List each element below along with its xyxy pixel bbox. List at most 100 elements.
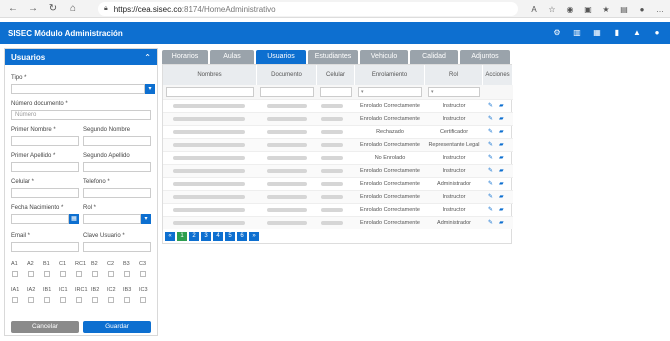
pager-page-button[interactable]: 2 [189, 232, 199, 241]
filter-rol-select[interactable]: ▾ [428, 87, 480, 97]
permission-checkbox[interactable] [60, 297, 66, 303]
tipo-select[interactable] [11, 84, 145, 94]
filter-enrolamiento-select[interactable]: ▾ [358, 87, 422, 97]
pager-next-button[interactable]: » [249, 232, 259, 241]
tab-horarios[interactable]: Horarios [162, 50, 208, 64]
permission-checkbox[interactable] [76, 271, 82, 277]
folder-icon[interactable]: ▰ [499, 142, 506, 149]
tab-estudiantes[interactable]: Estudiantes [308, 50, 358, 64]
table-row[interactable]: Enrolado Correctamente Administrador ✎ ▰ [163, 177, 513, 190]
permission-checkbox[interactable] [28, 271, 34, 277]
permission-checkbox[interactable] [108, 271, 114, 277]
extensions-icon[interactable]: ▣ [582, 2, 594, 16]
permission-checkbox[interactable] [124, 297, 130, 303]
table-row[interactable]: Enrolado Correctamente Instructor ✎ ▰ [163, 112, 513, 125]
chevron-down-icon[interactable]: ▾ [145, 84, 155, 94]
graduation-cap-icon[interactable]: ▲ [632, 27, 642, 37]
table-row[interactable]: Enrolado Correctamente Representante Lega… [163, 138, 513, 151]
primer-apellido-input[interactable] [11, 162, 79, 172]
pager-page-button[interactable]: 3 [201, 232, 211, 241]
form-header[interactable]: Usuarios ⌃ [5, 49, 157, 65]
favorite-icon[interactable]: ☆ [546, 2, 558, 16]
edit-icon[interactable]: ✎ [488, 155, 495, 162]
tab-calidad[interactable]: Calidad [410, 50, 458, 64]
folder-icon[interactable]: ▰ [499, 103, 506, 110]
address-bar[interactable]: 🔒︎ https://cea.sisec.co :8174/HomeAdmini… [98, 2, 518, 16]
tab-usuarios[interactable]: Usuarios [256, 50, 306, 64]
folder-icon[interactable]: ▰ [499, 168, 506, 175]
table-row[interactable]: Enrolado Correctamente Administrador ✎ ▰ [163, 216, 513, 229]
folder-icon[interactable]: ▰ [499, 220, 506, 227]
chevron-down-icon[interactable]: ▾ [141, 214, 151, 224]
forward-icon[interactable]: → [26, 2, 40, 16]
edit-icon[interactable]: ✎ [488, 103, 495, 110]
edit-icon[interactable]: ✎ [488, 129, 495, 136]
folder-icon[interactable]: ▰ [499, 194, 506, 201]
pager-page-button[interactable]: 6 [237, 232, 247, 241]
table-row[interactable]: Enrolado Correctamente Instructor ✎ ▰ [163, 99, 513, 112]
filter-celular-input[interactable] [320, 87, 352, 97]
permission-checkbox[interactable] [92, 271, 98, 277]
permission-checkbox[interactable] [76, 297, 82, 303]
tab-aulas[interactable]: Aulas [210, 50, 254, 64]
calendar-icon[interactable]: ▦ [592, 27, 602, 37]
edit-icon[interactable]: ✎ [488, 220, 495, 227]
pager-page-button[interactable]: 5 [225, 232, 235, 241]
telefono-input[interactable] [83, 188, 151, 198]
pager-page-button[interactable]: 4 [213, 232, 223, 241]
table-row[interactable]: No Enrolado Instructor ✎ ▰ [163, 151, 513, 164]
clave-input[interactable] [83, 242, 151, 252]
table-row[interactable]: Enrolado Correctamente Instructor ✎ ▰ [163, 203, 513, 216]
folder-icon[interactable]: ▰ [499, 207, 506, 214]
read-aloud-icon[interactable]: A [528, 2, 540, 16]
folder-icon[interactable]: ▰ [499, 116, 506, 123]
permission-checkbox[interactable] [108, 297, 114, 303]
edit-icon[interactable]: ✎ [488, 116, 495, 123]
primer-nombre-input[interactable] [11, 136, 79, 146]
rol-select[interactable] [83, 214, 141, 224]
table-row[interactable]: Enrolado Correctamente Instructor ✎ ▰ [163, 190, 513, 203]
folder-icon[interactable]: ▰ [499, 155, 506, 162]
building-icon[interactable]: ▮ [612, 27, 622, 37]
permission-checkbox[interactable] [28, 297, 34, 303]
table-row[interactable]: Enrolado Correctamente Instructor ✎ ▰ [163, 164, 513, 177]
permission-checkbox[interactable] [44, 271, 50, 277]
fecha-nacimiento-input[interactable] [11, 214, 69, 224]
celular-input[interactable] [11, 188, 79, 198]
save-button[interactable]: Guardar [83, 321, 151, 333]
permission-checkbox[interactable] [140, 297, 146, 303]
permission-checkbox[interactable] [124, 271, 130, 277]
tab-vehiculo[interactable]: Vehiculo [360, 50, 408, 64]
edit-icon[interactable]: ✎ [488, 207, 495, 214]
filter-documento-input[interactable] [260, 87, 314, 97]
refresh-icon[interactable]: ↻ [46, 2, 60, 16]
cancel-button[interactable]: Cancelar [11, 321, 79, 333]
folder-icon[interactable]: ▰ [499, 181, 506, 188]
permission-checkbox[interactable] [92, 297, 98, 303]
email-input[interactable] [11, 242, 79, 252]
edit-icon[interactable]: ✎ [488, 168, 495, 175]
permission-checkbox[interactable] [12, 297, 18, 303]
folder-icon[interactable]: ▰ [499, 129, 506, 136]
profile-icon[interactable]: ◉ [564, 2, 576, 16]
book-icon[interactable]: ▥ [572, 27, 582, 37]
collections-icon[interactable]: ▤ [618, 2, 630, 16]
numero-documento-input[interactable]: Número [11, 110, 151, 120]
segundo-apellido-input[interactable] [83, 162, 151, 172]
home-icon[interactable]: ⌂ [66, 2, 80, 16]
filter-nombres-input[interactable] [166, 87, 254, 97]
edit-icon[interactable]: ✎ [488, 194, 495, 201]
user-icon[interactable]: ● [652, 27, 662, 37]
calendar-icon[interactable]: ▦ [69, 214, 79, 224]
edit-icon[interactable]: ✎ [488, 142, 495, 149]
pager-prev-button[interactable]: « [165, 232, 175, 241]
table-row[interactable]: Rechazado Certificador ✎ ▰ [163, 125, 513, 138]
settings-icon[interactable]: ⚙ [552, 27, 562, 37]
permission-checkbox[interactable] [140, 271, 146, 277]
edit-icon[interactable]: ✎ [488, 181, 495, 188]
permission-checkbox[interactable] [12, 271, 18, 277]
tab-adjuntos[interactable]: Adjuntos [460, 50, 510, 64]
permission-checkbox[interactable] [60, 271, 66, 277]
menu-icon[interactable]: … [654, 2, 666, 16]
segundo-nombre-input[interactable] [83, 136, 151, 146]
